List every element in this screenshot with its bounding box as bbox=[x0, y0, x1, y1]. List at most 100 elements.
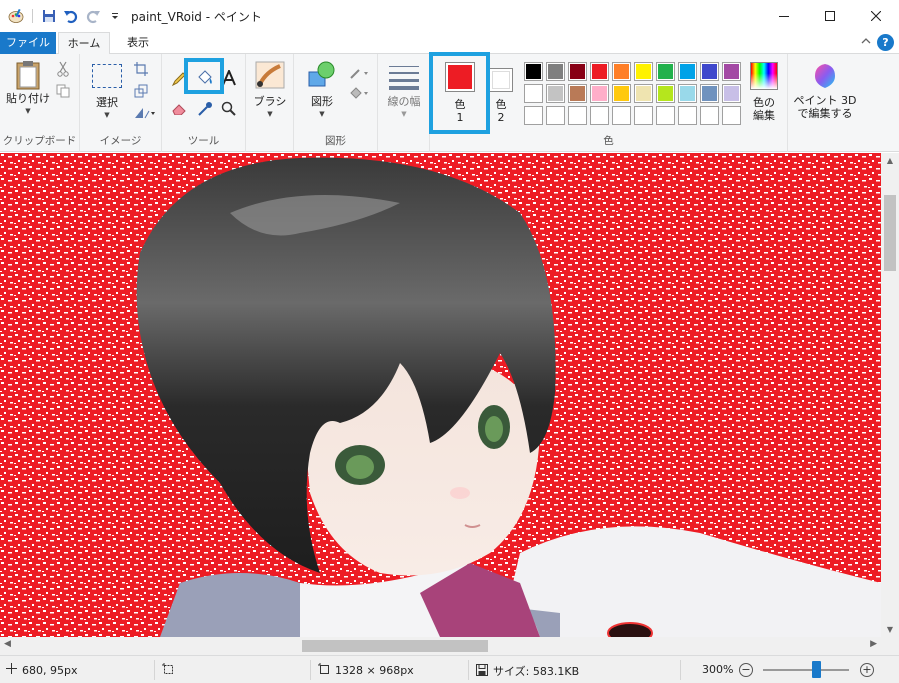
drawing-canvas[interactable] bbox=[0, 153, 881, 637]
palette-swatch[interactable] bbox=[524, 62, 543, 81]
zoom-slider-thumb[interactable] bbox=[812, 661, 821, 678]
canvas-area[interactable] bbox=[0, 153, 881, 637]
palette-swatch[interactable] bbox=[612, 84, 631, 103]
palette-swatch[interactable] bbox=[700, 84, 719, 103]
vertical-scrollbar[interactable]: ▲ ▼ bbox=[881, 153, 899, 637]
palette-swatch-fill bbox=[701, 63, 718, 80]
outline-icon[interactable] bbox=[348, 64, 372, 82]
palette-swatch[interactable] bbox=[546, 62, 565, 81]
palette-swatch-fill bbox=[613, 63, 630, 80]
palette-swatch[interactable] bbox=[678, 62, 697, 81]
fill-icon[interactable] bbox=[348, 84, 372, 102]
palette-swatch[interactable] bbox=[700, 106, 719, 125]
horizontal-scroll-thumb[interactable] bbox=[302, 640, 488, 652]
eraser-icon[interactable] bbox=[170, 100, 188, 118]
palette-swatch[interactable] bbox=[612, 62, 631, 81]
tab-home[interactable]: ホーム bbox=[58, 32, 110, 55]
tab-view[interactable]: 表示 bbox=[118, 32, 158, 54]
tools-group-label: ツール bbox=[187, 135, 220, 147]
palette-swatch[interactable] bbox=[722, 106, 741, 125]
shapes-button[interactable]: 図形 ▼ bbox=[302, 60, 342, 121]
selected-tool-highlight bbox=[184, 58, 224, 94]
resize-icon[interactable] bbox=[132, 82, 150, 100]
palette-swatch[interactable] bbox=[590, 62, 609, 81]
file-size-text: サイズ: 583.1KB bbox=[493, 665, 580, 678]
palette-swatch[interactable] bbox=[568, 84, 587, 103]
redo-icon[interactable] bbox=[85, 8, 101, 24]
cut-icon[interactable] bbox=[54, 60, 72, 78]
zoom-in-button[interactable]: + bbox=[860, 663, 874, 677]
palette-swatch[interactable] bbox=[678, 84, 697, 103]
palette-swatch[interactable] bbox=[590, 84, 609, 103]
zoom-slider-track[interactable] bbox=[763, 669, 849, 671]
palette-swatch[interactable] bbox=[524, 106, 543, 125]
shapes-group-label: 図形 bbox=[325, 135, 346, 147]
palette-swatch[interactable] bbox=[656, 106, 675, 125]
copy-icon[interactable] bbox=[54, 82, 72, 100]
palette-swatch[interactable] bbox=[546, 106, 565, 125]
palette-swatch[interactable] bbox=[568, 62, 587, 81]
customize-qat-icon[interactable] bbox=[107, 8, 123, 24]
window-title: paint_VRoid - ペイント bbox=[131, 9, 262, 24]
palette-swatch[interactable] bbox=[656, 84, 675, 103]
tab-file[interactable]: ファイル bbox=[0, 32, 56, 54]
palette-swatch[interactable] bbox=[678, 106, 697, 125]
quick-access-toolbar bbox=[0, 8, 123, 24]
brushes-group: ブラシ ▼ bbox=[246, 54, 294, 152]
help-icon[interactable]: ? bbox=[877, 34, 894, 51]
zoom-level-text: 300% bbox=[702, 663, 734, 676]
palette-swatch-fill bbox=[723, 63, 740, 80]
rotate-icon[interactable] bbox=[132, 104, 158, 122]
palette-swatch-fill bbox=[525, 85, 542, 102]
palette-swatch[interactable] bbox=[590, 106, 609, 125]
magnifier-icon[interactable] bbox=[220, 100, 238, 118]
paste-button[interactable]: 貼り付け ▼ bbox=[6, 60, 50, 118]
size-button[interactable]: 線の幅 ▼ bbox=[384, 60, 424, 121]
undo-icon[interactable] bbox=[63, 8, 79, 24]
color-palette bbox=[524, 62, 741, 125]
paste-dropdown-icon: ▼ bbox=[25, 107, 31, 115]
palette-swatch[interactable] bbox=[568, 106, 587, 125]
palette-swatch[interactable] bbox=[656, 62, 675, 81]
palette-swatch[interactable] bbox=[634, 106, 653, 125]
crop-icon[interactable] bbox=[132, 60, 150, 78]
status-separator bbox=[680, 660, 681, 680]
select-button[interactable]: 選択 ▼ bbox=[88, 60, 126, 122]
scroll-right-icon[interactable]: ▶ bbox=[870, 639, 877, 649]
horizontal-scrollbar[interactable]: ◀ ▶ bbox=[0, 637, 881, 655]
color2-button[interactable]: 色 2 bbox=[486, 60, 516, 124]
scroll-down-icon[interactable]: ▼ bbox=[881, 625, 899, 634]
palette-swatch-fill bbox=[525, 107, 542, 124]
close-button[interactable] bbox=[853, 0, 899, 32]
edit-with-paint3d-button[interactable]: ペイント 3D で編集する bbox=[792, 62, 858, 120]
scroll-up-icon[interactable]: ▲ bbox=[881, 156, 899, 165]
palette-swatch-fill bbox=[569, 107, 586, 124]
file-size: サイズ: 583.1KB bbox=[476, 663, 579, 679]
zoom-out-button[interactable]: − bbox=[739, 663, 753, 677]
palette-swatch[interactable] bbox=[612, 106, 631, 125]
palette-swatch[interactable] bbox=[722, 62, 741, 81]
palette-swatch-fill bbox=[547, 63, 564, 80]
minimize-button[interactable] bbox=[761, 0, 807, 32]
palette-swatch[interactable] bbox=[700, 62, 719, 81]
palette-swatch[interactable] bbox=[634, 62, 653, 81]
cheek-blush bbox=[450, 487, 470, 499]
maximize-button[interactable] bbox=[807, 0, 853, 32]
palette-swatch[interactable] bbox=[634, 84, 653, 103]
color-picker-icon[interactable] bbox=[196, 100, 214, 118]
palette-swatch[interactable] bbox=[546, 84, 565, 103]
vertical-scroll-thumb[interactable] bbox=[884, 195, 896, 271]
brushes-button[interactable]: ブラシ ▼ bbox=[250, 60, 290, 121]
shapes-icon bbox=[302, 60, 342, 93]
palette-swatch-fill bbox=[679, 85, 696, 102]
image-group: 選択 ▼ イメージ bbox=[80, 54, 162, 152]
palette-swatch[interactable] bbox=[524, 84, 543, 103]
scroll-left-icon[interactable]: ◀ bbox=[4, 639, 11, 649]
collapse-ribbon-icon[interactable] bbox=[861, 35, 871, 48]
edit-colors-button[interactable]: 色の 編集 bbox=[746, 62, 782, 122]
save-icon[interactable] bbox=[41, 8, 57, 24]
paint-app-icon[interactable] bbox=[8, 8, 24, 24]
palette-swatch[interactable] bbox=[722, 84, 741, 103]
palette-swatch-fill bbox=[657, 63, 674, 80]
palette-swatch-fill bbox=[591, 85, 608, 102]
